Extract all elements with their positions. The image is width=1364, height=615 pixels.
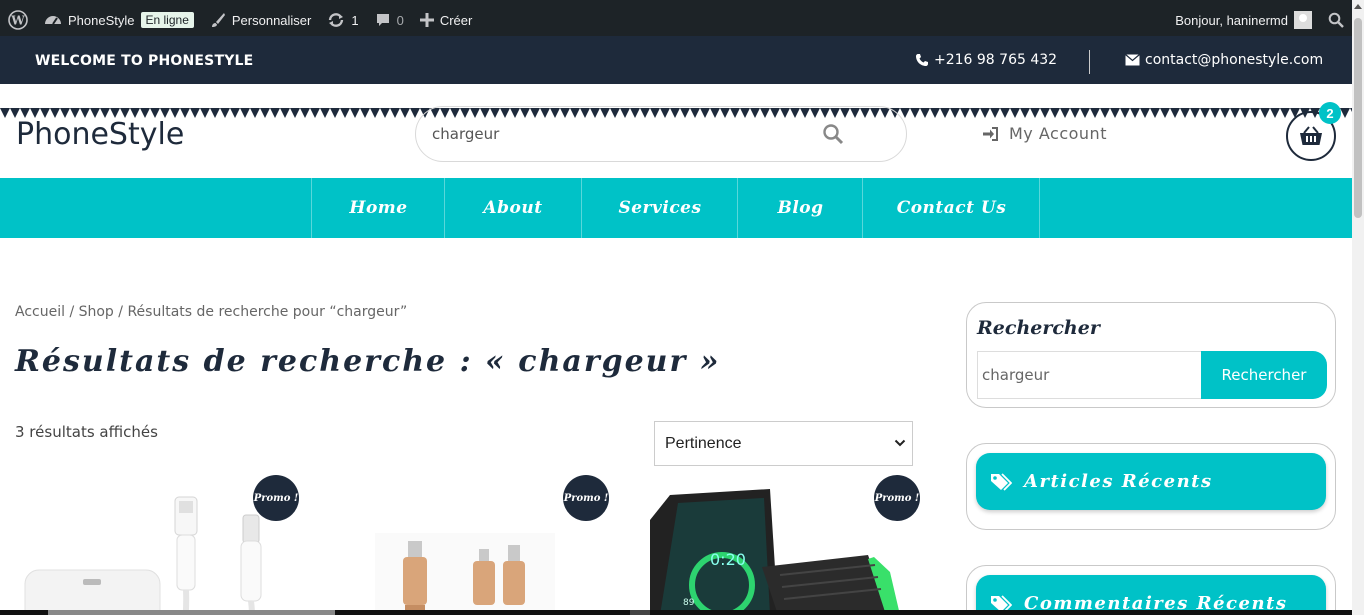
topbar-divider xyxy=(1089,50,1090,74)
chevron-down-icon xyxy=(894,439,906,447)
nav-item-about[interactable]: About xyxy=(444,178,581,238)
orderby-select[interactable]: Pertinence xyxy=(654,421,913,466)
site-logo[interactable]: PhoneStyle xyxy=(16,117,184,152)
avatar xyxy=(1294,11,1312,29)
taskbar-strip xyxy=(0,610,1352,615)
customize-link[interactable]: Personnaliser xyxy=(202,0,320,40)
updates-icon xyxy=(329,13,344,27)
svg-text:89: 89 xyxy=(683,598,695,608)
nav-item-contact-us[interactable]: Contact Us xyxy=(862,178,1040,238)
scroll-thumb[interactable] xyxy=(1354,18,1362,218)
phone-number: +216 98 765 432 xyxy=(934,52,1058,68)
basket-icon xyxy=(1300,126,1322,145)
orderby-selected: Pertinence xyxy=(665,434,742,452)
search-icon xyxy=(1328,12,1344,28)
recent-articles-header: Articles Récents xyxy=(976,453,1326,510)
status-badge: En ligne xyxy=(140,12,194,28)
dashboard-icon xyxy=(45,16,61,25)
search-widget: Rechercher chargeur Rechercher xyxy=(966,302,1336,408)
comment-icon xyxy=(376,14,389,26)
my-account-link[interactable]: My Account xyxy=(983,124,1107,143)
tags-icon xyxy=(991,472,1012,491)
welcome-text: WELCOME TO PHONESTYLE xyxy=(35,53,254,69)
admin-search[interactable] xyxy=(1320,0,1352,40)
comments-count: 0 xyxy=(396,12,404,28)
updates-count: 1 xyxy=(351,12,359,28)
create-menu[interactable]: Créer xyxy=(412,0,481,40)
my-account-menu[interactable]: Bonjour, haninermd xyxy=(1167,0,1320,40)
nav-item-blog[interactable]: Blog xyxy=(737,178,863,238)
nav-item-home[interactable]: Home xyxy=(311,178,445,238)
header-search-form xyxy=(415,106,907,162)
my-account-label: My Account xyxy=(1009,124,1107,143)
sidebar-search-input[interactable]: chargeur xyxy=(977,351,1203,399)
admin-bar: W PhoneStyle En ligne Personnaliser 1 0 … xyxy=(0,0,1352,40)
recent-articles-widget: Articles Récents xyxy=(966,443,1336,530)
search-input[interactable] xyxy=(432,125,812,143)
plus-icon xyxy=(419,13,434,27)
search-icon[interactable] xyxy=(822,123,844,145)
create-label: Créer xyxy=(439,12,473,28)
scroll-up-arrow[interactable] xyxy=(1354,4,1362,9)
envelope-icon xyxy=(1125,54,1140,66)
wp-logo-menu[interactable]: W xyxy=(0,0,36,40)
brush-icon xyxy=(211,13,225,27)
cart-count-badge: 2 xyxy=(1319,102,1341,124)
site-name: PhoneStyle xyxy=(68,12,135,28)
page-scrollbar[interactable] xyxy=(1352,0,1364,615)
sign-in-icon xyxy=(983,126,998,141)
comments-link[interactable]: 0 xyxy=(367,0,412,40)
top-info-bar: WELCOME TO PHONESTYLE +216 98 765 432 co… xyxy=(0,36,1352,120)
recent-comments-header: Commentaires Récents xyxy=(976,575,1326,615)
main-nav: Home About Services Blog Contact Us xyxy=(0,178,1352,238)
search-widget-title: Rechercher xyxy=(977,317,1100,339)
wordpress-icon: W xyxy=(8,10,28,30)
promo-badge-2: Promo ! xyxy=(563,475,609,521)
phone-icon xyxy=(916,54,928,66)
page-title: Résultats de recherche : « chargeur » xyxy=(15,344,721,379)
site-name-menu[interactable]: PhoneStyle En ligne xyxy=(36,0,202,40)
greeting: Bonjour, haninermd xyxy=(1175,12,1288,28)
result-count: 3 résultats affichés xyxy=(15,423,158,441)
promo-badge-1: Promo ! xyxy=(253,475,299,521)
promo-badge-3: Promo ! xyxy=(874,475,920,521)
svg-text:W: W xyxy=(10,14,25,28)
recent-comments-widget: Commentaires Récents xyxy=(966,565,1336,615)
nav-divider xyxy=(1039,178,1040,238)
updates-link[interactable]: 1 xyxy=(319,0,366,40)
breadcrumb: Accueil / Shop / Résultats de recherche … xyxy=(15,304,408,320)
svg-text:0:20: 0:20 xyxy=(710,550,746,569)
recent-articles-title: Articles Récents xyxy=(1024,471,1213,492)
email-address: contact@phonestyle.com xyxy=(1145,52,1324,68)
phone-link[interactable]: +216 98 765 432 xyxy=(915,52,1057,68)
email-link[interactable]: contact@phonestyle.com xyxy=(1125,52,1323,68)
sidebar-search-button[interactable]: Rechercher xyxy=(1201,351,1327,399)
customize-label: Personnaliser xyxy=(231,12,312,28)
nav-item-services[interactable]: Services xyxy=(581,178,738,238)
